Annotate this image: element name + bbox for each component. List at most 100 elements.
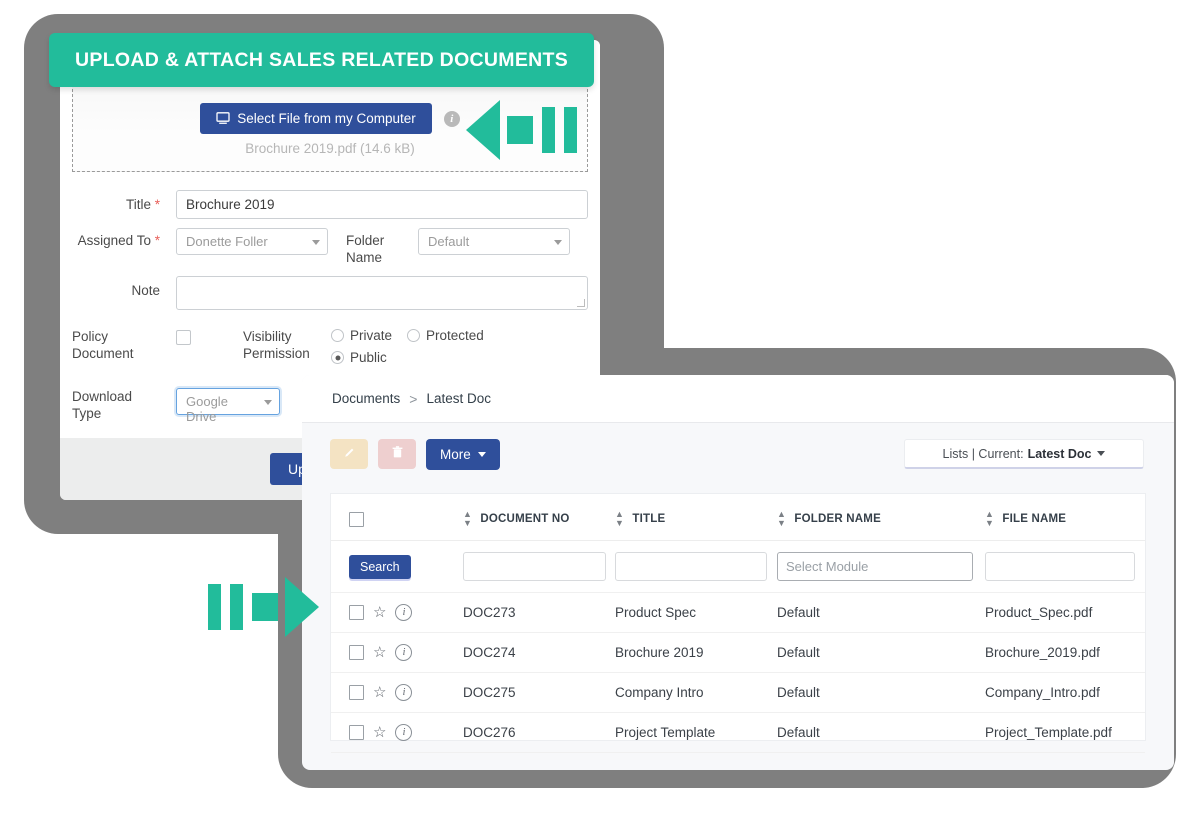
star-icon[interactable]: ☆ (373, 646, 386, 659)
screenshot-stage: Select File from my Computer i Brochure … (0, 0, 1200, 816)
visibility-radio-protected[interactable] (407, 329, 420, 342)
breadcrumb-current: Latest Doc (426, 391, 491, 406)
note-textarea[interactable] (176, 276, 588, 310)
select-all-header (331, 494, 463, 541)
table-row[interactable]: ☆iDOC273Product SpecDefaultProduct_Spec.… (331, 593, 1145, 633)
info-circle-icon[interactable]: i (395, 724, 412, 741)
checkbox-icon[interactable] (349, 605, 364, 620)
title-label: Title * (72, 190, 160, 213)
arrow-head (466, 100, 500, 160)
folder-name-label: Folder Name (346, 228, 412, 266)
filter-title-input[interactable] (615, 552, 767, 581)
left-pointing-arrow (466, 100, 577, 160)
cell-title: Brochure 2019 (615, 633, 777, 673)
table-row[interactable]: ☆ i DOC274Brochure 2019DefaultBrochure_201… (331, 633, 1145, 673)
header-folder-name[interactable]: ▲▼ FOLDER NAME (777, 494, 985, 541)
lists-prefix: Lists | Current: (943, 447, 1024, 461)
table-row[interactable]: ☆iDOC275Company IntroDefaultCompany_Intr… (331, 673, 1145, 713)
arrow-bar (564, 107, 577, 153)
cell-document-no: DOC275 (463, 673, 615, 713)
info-circle-icon[interactable]: i (395, 684, 412, 701)
arrow-stem (507, 116, 533, 144)
filter-file-name-input[interactable] (985, 552, 1135, 581)
select-all-checkbox[interactable] (349, 512, 364, 527)
filter-cell-document-no (463, 541, 615, 593)
policy-document-checkbox[interactable] (176, 330, 191, 345)
download-type-label: Download Type (72, 388, 160, 422)
filter-cell-title (615, 541, 777, 593)
download-type-select[interactable]: Google Drive (176, 388, 280, 415)
header-file-name[interactable]: ▲▼ FILE NAME (985, 494, 1145, 541)
more-label: More (440, 447, 471, 462)
header-title-label: TITLE (632, 513, 665, 525)
chevron-down-icon (312, 240, 320, 245)
more-button[interactable]: More (426, 439, 500, 470)
header-document-no[interactable]: ▲▼ DOCUMENT NO (463, 494, 615, 541)
folder-name-value: Default (428, 234, 469, 249)
cell-folder-name: Default (777, 673, 985, 713)
chevron-down-icon (478, 452, 486, 457)
title-input[interactable] (176, 190, 588, 219)
chevron-down-icon (264, 400, 272, 405)
arrow-bar (208, 584, 221, 630)
cell-document-no: DOC276 (463, 713, 615, 753)
info-circle-icon[interactable]: i (395, 644, 412, 661)
list-toolbar: More Lists | Current: Latest Doc (302, 423, 1174, 485)
star-icon[interactable]: ☆ (373, 606, 386, 619)
row-icons-cell: ☆i (331, 593, 463, 633)
breadcrumb-root[interactable]: Documents (332, 391, 400, 406)
table-header-row: ▲▼ DOCUMENT NO ▲▼ TITLE ▲▼ FOLDER NAME (331, 494, 1145, 541)
star-icon[interactable]: ☆ (373, 686, 386, 699)
visibility-radio-public[interactable] (331, 351, 344, 364)
table-row[interactable]: ☆iDOC276Project TemplateDefaultProject_T… (331, 713, 1145, 753)
search-button[interactable]: Search (349, 555, 411, 579)
filter-cell-file-name (985, 541, 1145, 593)
checkbox-icon[interactable] (349, 685, 364, 700)
checkbox-icon[interactable] (349, 725, 364, 740)
folder-name-select[interactable]: Default (418, 228, 570, 255)
delete-button[interactable] (378, 439, 416, 469)
checkbox-icon[interactable] (349, 645, 364, 660)
note-label: Note (72, 276, 160, 299)
document-list-panel: Documents > Latest Doc (302, 375, 1174, 770)
info-circle-icon[interactable]: i (395, 604, 412, 621)
policy-document-label: Policy Document (72, 328, 160, 362)
filter-document-no-input[interactable] (463, 552, 606, 581)
visibility-radio-private[interactable] (331, 329, 344, 342)
cell-file-name: Project_Template.pdf (985, 713, 1145, 753)
sort-icon: ▲▼ (777, 510, 785, 528)
cell-document-no: DOC274 (463, 633, 615, 673)
table-filter-row: Search (331, 541, 1145, 593)
cell-document-no: DOC273 (463, 593, 615, 633)
row-icons-cell: ☆i (331, 673, 463, 713)
cell-file-name: Brochure_2019.pdf (985, 633, 1145, 673)
assigned-to-label: Assigned To * (72, 228, 160, 249)
filter-folder-name-input[interactable] (777, 552, 973, 581)
arrow-bar (230, 584, 243, 630)
assigned-to-value: Donette Foller (186, 234, 268, 249)
visibility-option-protected-label: Protected (426, 328, 484, 343)
visibility-label: Visibility Permission (243, 328, 321, 362)
assigned-to-select[interactable]: Donette Foller (176, 228, 328, 255)
arrow-head (285, 577, 319, 637)
star-icon[interactable]: ☆ (373, 726, 386, 739)
header-title[interactable]: ▲▼ TITLE (615, 494, 777, 541)
visibility-option-public-label: Public (350, 350, 387, 365)
callout-banner-text: UPLOAD & ATTACH SALES RELATED DOCUMENTS (75, 49, 568, 72)
select-file-button[interactable]: Select File from my Computer (200, 103, 432, 134)
cell-title: Project Template (615, 713, 777, 753)
info-icon[interactable]: i (444, 111, 460, 127)
header-file-name-label: FILE NAME (1002, 513, 1066, 525)
chevron-down-icon (1097, 451, 1105, 456)
current-list-selector[interactable]: Lists | Current: Latest Doc (904, 439, 1144, 469)
documents-table-card: ▲▼ DOCUMENT NO ▲▼ TITLE ▲▼ FOLDER NAME (330, 493, 1146, 741)
sort-icon: ▲▼ (463, 510, 471, 528)
download-type-value: Google Drive (186, 394, 228, 424)
chevron-down-icon (554, 240, 562, 245)
arrow-stem (252, 593, 278, 621)
cell-folder-name: Default (777, 633, 985, 673)
edit-button[interactable] (330, 439, 368, 469)
documents-table: ▲▼ DOCUMENT NO ▲▼ TITLE ▲▼ FOLDER NAME (331, 494, 1145, 753)
visibility-option-private-label: Private (350, 328, 392, 343)
cell-folder-name: Default (777, 593, 985, 633)
